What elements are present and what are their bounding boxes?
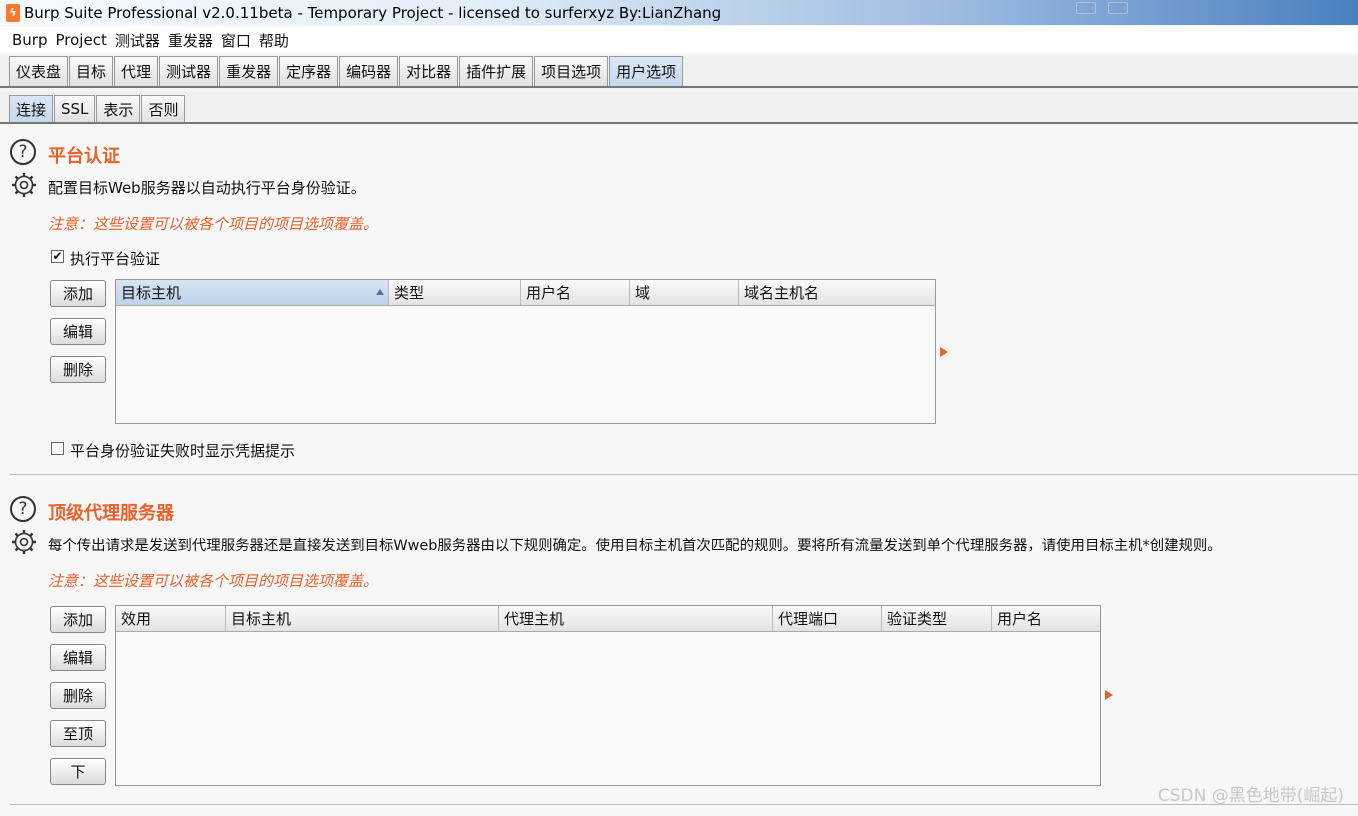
- gear-icon[interactable]: [11, 529, 37, 555]
- platform-auth-edit-button[interactable]: 编辑: [50, 318, 106, 345]
- expand-arrow-icon[interactable]: [1105, 690, 1113, 700]
- options-content: ? 平台认证 配置目标Web服务器以自动执行平台身份验证。 注意：这些设置可以被…: [0, 126, 1358, 816]
- column-header-proxy-port[interactable]: 代理端口: [773, 606, 882, 631]
- upstream-proxy-up-button[interactable]: 至顶: [50, 720, 106, 747]
- burp-logo-icon: ϟ: [6, 3, 20, 22]
- platform-auth-remove-button[interactable]: 删除: [50, 356, 106, 383]
- upstream-proxy-remove-button[interactable]: 删除: [50, 682, 106, 709]
- column-header-auth-type[interactable]: 验证类型: [882, 606, 992, 631]
- tab-dashboard[interactable]: 仪表盘: [9, 56, 69, 86]
- column-header-enabled[interactable]: 效用: [116, 606, 226, 631]
- main-tab-bar: 仪表盘 目标 代理 测试器 重发器 定序器 编码器 对比器 插件扩展 项目选项 …: [0, 56, 1358, 88]
- column-header-domain[interactable]: 域: [630, 280, 739, 305]
- menu-intruder[interactable]: 测试器: [111, 30, 164, 51]
- help-icon[interactable]: ?: [10, 496, 36, 522]
- prompt-credentials-label: 平台身份验证失败时显示凭据提示: [70, 442, 296, 460]
- perform-platform-auth-checkbox[interactable]: ✔: [51, 250, 64, 263]
- upstream-proxy-down-button[interactable]: 下: [50, 758, 106, 785]
- platform-auth-description: 配置目标Web服务器以自动执行平台身份验证。: [48, 179, 366, 197]
- table-header: 效用 目标主机 代理主机 代理端口 验证类型 用户名: [116, 606, 1100, 632]
- section-divider: [10, 804, 1358, 805]
- menu-bar: Burp Project 测试器 重发器 窗口 帮助: [0, 26, 1358, 54]
- subtab-misc[interactable]: 否则: [141, 95, 186, 122]
- menu-burp[interactable]: Burp: [8, 31, 52, 49]
- menu-window[interactable]: 窗口: [217, 30, 255, 51]
- column-header-domain-hostname[interactable]: 域名主机名: [739, 280, 935, 305]
- platform-auth-add-button[interactable]: 添加: [50, 280, 106, 307]
- column-label: 目标主机: [121, 284, 182, 302]
- tab-project-options[interactable]: 项目选项: [534, 56, 609, 86]
- upstream-proxy-edit-button[interactable]: 编辑: [50, 644, 106, 671]
- perform-platform-auth-label: 执行平台验证: [70, 250, 161, 268]
- upstream-proxy-description: 每个传出请求是发送到代理服务器还是直接发送到目标Wweb服务器由以下规则确定。使…: [48, 538, 1222, 554]
- section-divider: [10, 474, 1358, 475]
- column-header-proxy-host[interactable]: 代理主机: [499, 606, 773, 631]
- platform-auth-title: 平台认证: [48, 146, 120, 167]
- platform-auth-note: 注意：这些设置可以被各个项目的项目选项覆盖。: [48, 215, 379, 233]
- tab-decoder[interactable]: 编码器: [339, 56, 399, 86]
- title-bar: ϟ Burp Suite Professional v2.0.11beta - …: [0, 0, 1358, 25]
- platform-auth-table[interactable]: 目标主机 类型 用户名 域 域名主机名: [115, 279, 936, 424]
- gear-icon[interactable]: [11, 172, 37, 198]
- tab-intruder[interactable]: 测试器: [159, 56, 219, 86]
- tab-sequencer[interactable]: 定序器: [279, 56, 339, 86]
- subtab-ssl[interactable]: SSL: [54, 95, 96, 122]
- upstream-proxy-table[interactable]: 效用 目标主机 代理主机 代理端口 验证类型 用户名: [115, 605, 1101, 786]
- tab-target[interactable]: 目标: [69, 56, 114, 86]
- prompt-credentials-checkbox[interactable]: [51, 442, 64, 455]
- table-header: 目标主机 类型 用户名 域 域名主机名: [116, 280, 935, 306]
- tab-proxy[interactable]: 代理: [114, 56, 159, 86]
- subtab-display[interactable]: 表示: [96, 95, 141, 122]
- expand-arrow-icon[interactable]: [940, 347, 948, 357]
- tab-user-options[interactable]: 用户选项: [609, 56, 684, 86]
- tab-extender[interactable]: 插件扩展: [459, 56, 534, 86]
- upstream-proxy-note: 注意：这些设置可以被各个项目的项目选项覆盖。: [48, 572, 379, 590]
- sort-ascending-icon: [376, 289, 384, 295]
- window-controls: [1076, 2, 1128, 14]
- menu-help[interactable]: 帮助: [255, 30, 293, 51]
- column-header-type[interactable]: 类型: [389, 280, 521, 305]
- window-title: Burp Suite Professional v2.0.11beta - Te…: [24, 3, 722, 22]
- upstream-proxy-add-button[interactable]: 添加: [50, 606, 106, 633]
- tab-comparer[interactable]: 对比器: [399, 56, 459, 86]
- upstream-proxy-title: 顶级代理服务器: [48, 503, 174, 524]
- menu-repeater[interactable]: 重发器: [164, 30, 217, 51]
- tab-repeater[interactable]: 重发器: [219, 56, 279, 86]
- menu-project[interactable]: Project: [52, 31, 111, 49]
- subtab-connections[interactable]: 连接: [9, 95, 54, 122]
- watermark: CSDN @黑色地带(崛起): [1157, 786, 1344, 806]
- help-icon[interactable]: ?: [10, 139, 36, 165]
- column-header-target-host[interactable]: 目标主机: [116, 280, 389, 305]
- column-header-username[interactable]: 用户名: [992, 606, 1100, 631]
- column-header-username[interactable]: 用户名: [521, 280, 630, 305]
- sub-tab-bar: 连接 SSL 表示 否则: [0, 92, 1358, 124]
- column-header-destination-host[interactable]: 目标主机: [226, 606, 499, 631]
